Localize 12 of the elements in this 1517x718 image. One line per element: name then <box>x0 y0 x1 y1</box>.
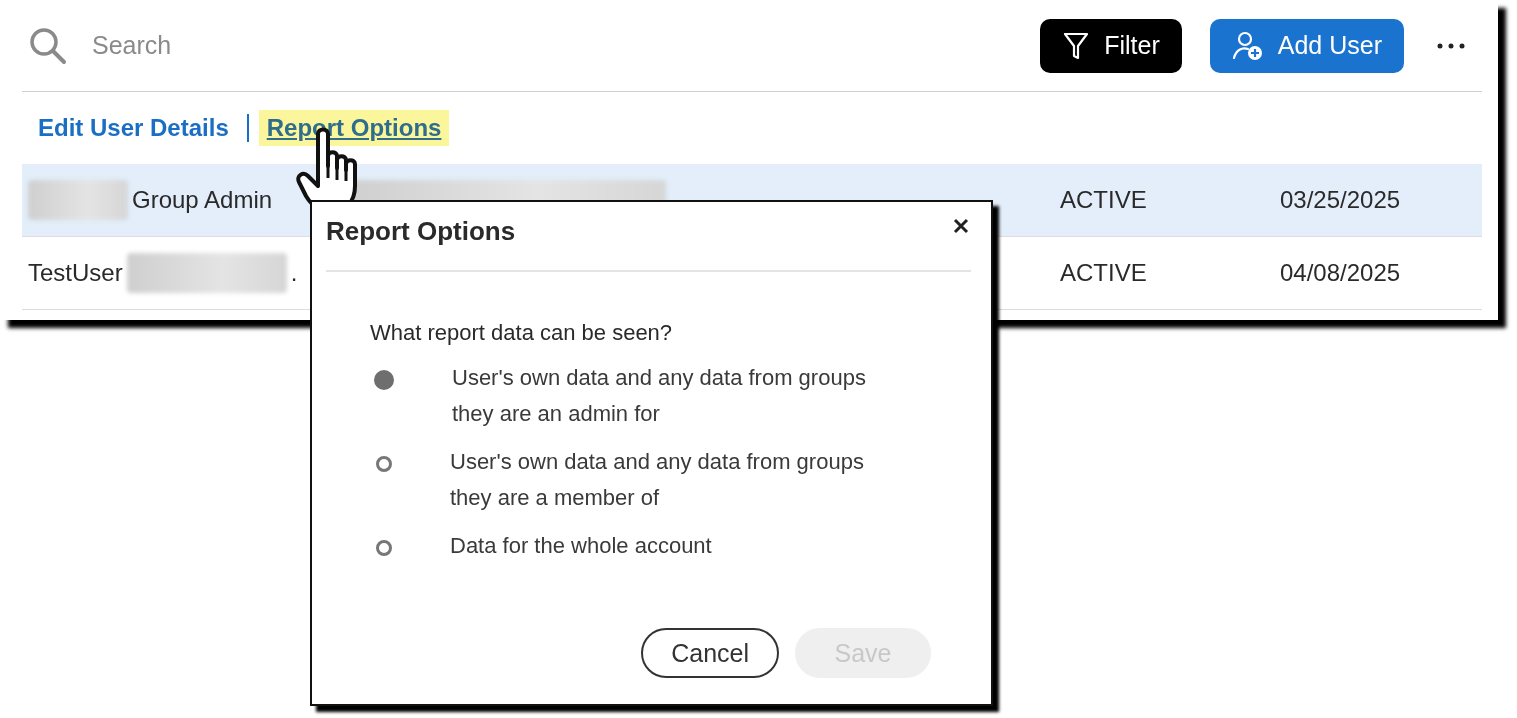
dialog-title: Report Options <box>326 216 516 247</box>
table-cell: ACTIVE <box>1060 186 1147 214</box>
option-label: User's own data and any data from groups they are a member of <box>450 448 865 512</box>
table-cell: 04/08/2025 <box>1280 259 1401 287</box>
table-cell: Group Admin <box>132 186 273 214</box>
table-cell: TestUser <box>28 259 123 287</box>
table-cell: 03/25/2025 <box>1280 186 1401 214</box>
table-cell: ACTIVE <box>1060 259 1147 287</box>
option-label: User's own data and any data from groups they are an admin for <box>452 364 867 428</box>
option-label: Data for the whole account <box>450 532 713 560</box>
table-cell: . <box>290 259 298 287</box>
question-text: What report data can be seen? <box>370 320 674 346</box>
